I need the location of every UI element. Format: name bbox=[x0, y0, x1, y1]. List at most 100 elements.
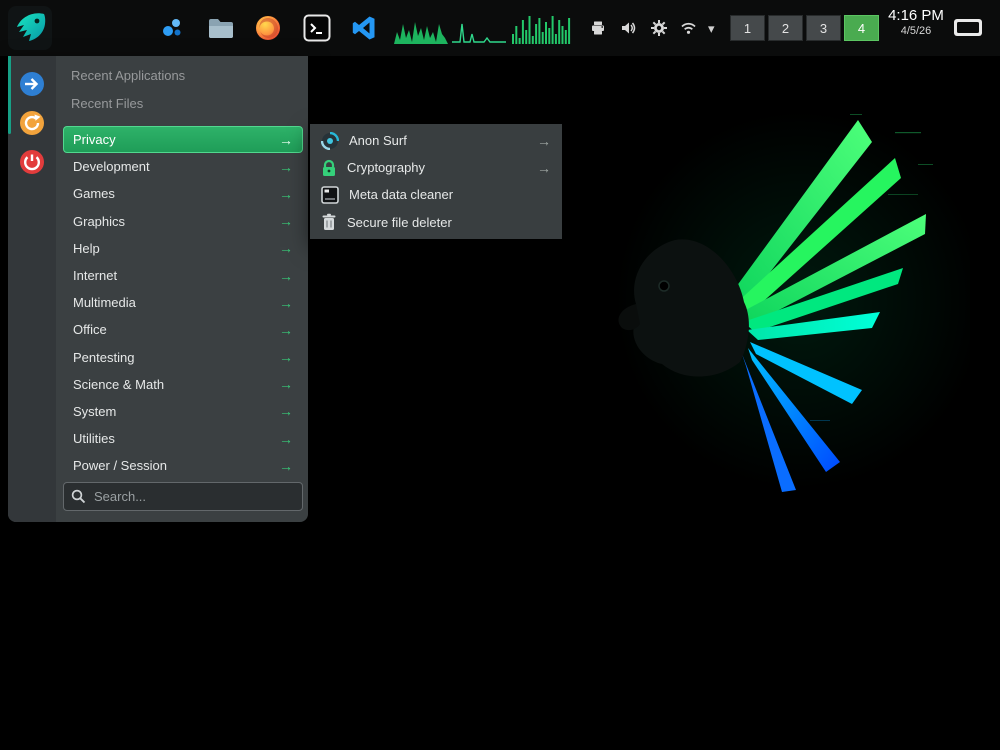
menu-item-development[interactable]: Development bbox=[63, 153, 303, 180]
settings-gear-icon bbox=[651, 20, 667, 36]
menu-item-label: Power / Session bbox=[73, 458, 167, 473]
submenu-item-secure-file-deleter[interactable]: Secure file deleter bbox=[310, 209, 562, 236]
cpu-graph-icon bbox=[394, 12, 448, 44]
print-queue-button[interactable] bbox=[590, 20, 606, 36]
submenu-arrow-icon bbox=[537, 133, 551, 149]
menu-item-multimedia[interactable]: Multimedia bbox=[63, 289, 303, 316]
trash-icon bbox=[321, 213, 337, 231]
menu-item-power-session[interactable]: Power / Session bbox=[63, 452, 303, 479]
submenu-item-meta-data-cleaner[interactable]: Meta data cleaner bbox=[310, 181, 562, 208]
menu-item-utilities[interactable]: Utilities bbox=[63, 425, 303, 452]
workspace-button-3[interactable]: 3 bbox=[806, 15, 841, 41]
firefox-button[interactable] bbox=[255, 15, 281, 41]
submenu-arrow-icon bbox=[537, 160, 551, 176]
firefox-icon bbox=[255, 15, 281, 41]
menu-item-privacy[interactable]: Privacy bbox=[63, 126, 303, 153]
menu-item-office[interactable]: Office bbox=[63, 316, 303, 343]
parrot-logo-icon bbox=[11, 9, 49, 47]
clock-time: 4:16 PM bbox=[880, 7, 952, 24]
terminal-button[interactable] bbox=[303, 14, 331, 42]
vscode-button[interactable] bbox=[351, 15, 377, 41]
submenu-item-cryptography[interactable]: Cryptography bbox=[310, 154, 562, 181]
applications-menu-button[interactable] bbox=[8, 6, 52, 50]
recent-files-label: Recent Files bbox=[63, 90, 303, 118]
submenu-item-anon-surf[interactable]: Anon Surf bbox=[310, 127, 562, 154]
terminal-window-icon bbox=[321, 186, 339, 204]
menu-item-label: Science & Math bbox=[73, 377, 164, 392]
network-monitor-widget[interactable] bbox=[452, 12, 506, 44]
shutdown-icon bbox=[19, 149, 45, 175]
submenu-arrow-icon bbox=[279, 132, 293, 148]
printer-icon bbox=[590, 20, 606, 36]
restart-icon bbox=[19, 110, 45, 136]
volume-icon bbox=[621, 20, 637, 36]
submenu-arrow-icon bbox=[279, 159, 293, 175]
menu-item-system[interactable]: System bbox=[63, 398, 303, 425]
workspace-button-2[interactable]: 2 bbox=[768, 15, 803, 41]
submenu-arrow-icon bbox=[279, 295, 293, 311]
menu-item-label: Development bbox=[73, 159, 150, 174]
category-list: Privacy Development Games Graphics Help … bbox=[63, 126, 303, 479]
menu-item-pentesting[interactable]: Pentesting bbox=[63, 344, 303, 371]
menu-item-games[interactable]: Games bbox=[63, 180, 303, 207]
shutdown-button[interactable] bbox=[19, 149, 45, 175]
search-input[interactable] bbox=[63, 482, 303, 511]
tray-expand-button[interactable]: ▾ bbox=[708, 22, 715, 35]
recent-applications-label: Recent Applications bbox=[63, 62, 303, 90]
show-desktop-icon bbox=[952, 17, 984, 39]
submenu-item-label: Meta data cleaner bbox=[349, 187, 453, 202]
submenu-arrow-icon bbox=[279, 186, 293, 202]
submenu-arrow-icon bbox=[279, 403, 293, 419]
lock-icon bbox=[321, 159, 337, 177]
workspace-button-4[interactable]: 4 bbox=[844, 15, 879, 41]
settings-button[interactable] bbox=[651, 20, 667, 36]
menu-item-internet[interactable]: Internet bbox=[63, 262, 303, 289]
menu-main: Recent Applications Recent Files Privacy… bbox=[56, 56, 308, 522]
submenu-item-label: Anon Surf bbox=[349, 133, 407, 148]
submenu-arrow-icon bbox=[279, 349, 293, 365]
menu-item-label: Privacy bbox=[73, 132, 116, 147]
menu-item-label: Graphics bbox=[73, 214, 125, 229]
privacy-submenu: Anon Surf Cryptography Meta data cleaner… bbox=[310, 124, 562, 239]
top-panel: ▾ 1 2 3 4 4:16 PM 4/5/26 bbox=[0, 0, 1000, 56]
submenu-arrow-icon bbox=[279, 431, 293, 447]
search-icon bbox=[71, 489, 86, 504]
session-strip bbox=[8, 56, 56, 522]
menu-item-label: Utilities bbox=[73, 431, 115, 446]
menu-item-label: Games bbox=[73, 186, 115, 201]
menu-item-label: Help bbox=[73, 241, 100, 256]
submenu-arrow-icon bbox=[279, 240, 293, 256]
anonsurf-icon bbox=[321, 132, 339, 150]
menu-accent-strip bbox=[8, 56, 11, 134]
workspace-button-1[interactable]: 1 bbox=[730, 15, 765, 41]
applications-menu: Recent Applications Recent Files Privacy… bbox=[8, 56, 308, 522]
menu-item-science-math[interactable]: Science & Math bbox=[63, 371, 303, 398]
clock-widget[interactable]: 4:16 PM 4/5/26 bbox=[880, 7, 952, 37]
submenu-item-label: Secure file deleter bbox=[347, 215, 452, 230]
network-graph-icon bbox=[452, 12, 506, 44]
menu-item-label: Multimedia bbox=[73, 295, 136, 310]
submenu-arrow-icon bbox=[279, 213, 293, 229]
menu-item-label: Pentesting bbox=[73, 350, 134, 365]
network-icon bbox=[680, 20, 697, 36]
logout-button[interactable] bbox=[19, 71, 45, 97]
disk-monitor-widget[interactable] bbox=[512, 12, 572, 44]
menu-item-help[interactable]: Help bbox=[63, 235, 303, 262]
menu-item-graphics[interactable]: Graphics bbox=[63, 208, 303, 235]
vscode-icon bbox=[351, 15, 377, 41]
menu-item-label: System bbox=[73, 404, 116, 419]
file-manager-button[interactable] bbox=[208, 18, 234, 39]
file-manager-icon bbox=[208, 18, 234, 39]
restart-button[interactable] bbox=[19, 110, 45, 136]
terminal-icon bbox=[303, 14, 331, 42]
submenu-arrow-icon bbox=[279, 458, 293, 474]
menu-item-label: Office bbox=[73, 322, 107, 337]
volume-button[interactable] bbox=[621, 20, 637, 36]
cpu-monitor-widget[interactable] bbox=[394, 12, 448, 44]
network-button[interactable] bbox=[680, 20, 697, 36]
launcher-button[interactable] bbox=[160, 16, 184, 40]
parrot-wallpaper-art bbox=[600, 90, 970, 520]
show-desktop-button[interactable] bbox=[952, 17, 984, 39]
submenu-arrow-icon bbox=[279, 268, 293, 284]
disk-graph-icon bbox=[512, 12, 572, 44]
